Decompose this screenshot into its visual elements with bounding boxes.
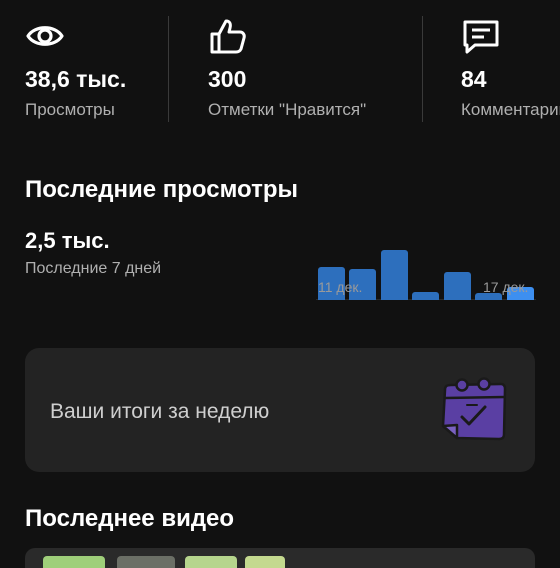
- thumbs-up-icon: [210, 19, 246, 54]
- eye-icon: [26, 26, 64, 46]
- chart-bar[interactable]: [444, 272, 471, 300]
- weekly-summary-label: Ваши итоги за неделю: [50, 400, 270, 423]
- chart-bar[interactable]: [381, 250, 408, 300]
- recent-views-value: 2,5 тыс.: [25, 228, 110, 253]
- recent-views-title: Последние просмотры: [25, 176, 298, 203]
- stat-likes-value: 300: [208, 66, 247, 92]
- comment-icon: [463, 20, 499, 54]
- stats-divider: [422, 16, 423, 122]
- chart-tick-start: 11 дек.: [318, 279, 363, 295]
- stats-divider: [168, 16, 169, 122]
- weekly-summary-card[interactable]: Ваши итоги за неделю: [25, 348, 535, 472]
- thumbnail-segment: [185, 556, 237, 568]
- thumbnail-segment: [43, 556, 105, 568]
- stats-row: 38,6 тыс. Просмотры 300 Отметки "Нравитс…: [0, 0, 560, 124]
- thumbnail-segment: [245, 556, 285, 568]
- stat-views-value: 38,6 тыс.: [25, 66, 127, 92]
- stat-comments-label: Комментарии: [461, 100, 560, 119]
- chart-tick-end: 17 дек.: [483, 279, 529, 295]
- recent-views-period: Последние 7 дней: [25, 260, 162, 277]
- thumbnail-segment: [117, 556, 175, 568]
- calendar-check-icon: [441, 377, 507, 441]
- stat-views[interactable]: 38,6 тыс. Просмотры: [25, 0, 165, 124]
- stat-views-label: Просмотры: [25, 100, 115, 119]
- chart-bar[interactable]: [412, 292, 439, 300]
- stat-likes[interactable]: 300 Отметки "Нравится": [208, 0, 408, 124]
- stat-comments-value: 84: [461, 66, 487, 92]
- latest-video-thumbnail[interactable]: [25, 548, 535, 568]
- stat-comments[interactable]: 84 Комментарии: [461, 0, 560, 124]
- stat-likes-label: Отметки "Нравится": [208, 100, 367, 119]
- latest-video-title: Последнее видео: [25, 505, 235, 532]
